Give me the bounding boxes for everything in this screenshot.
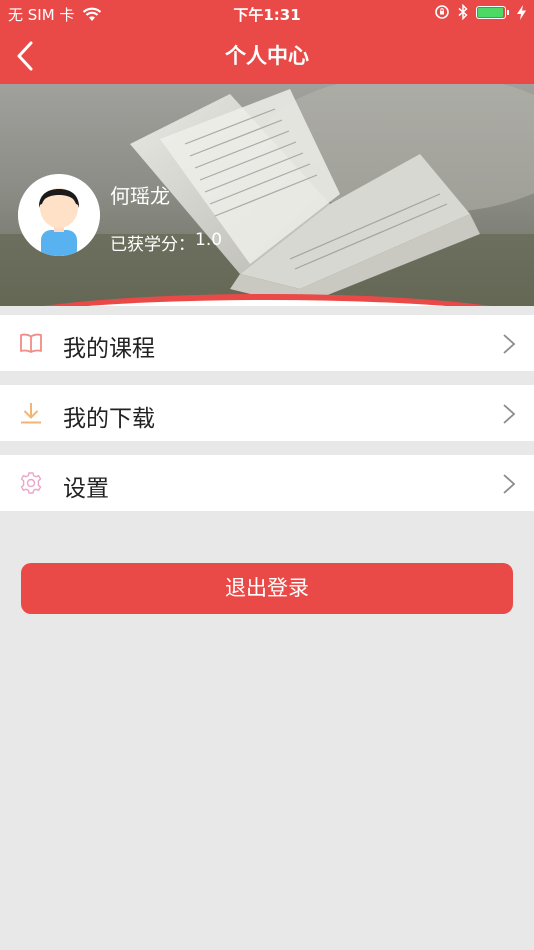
chevron-right-icon bbox=[503, 474, 516, 494]
battery-icon bbox=[476, 5, 506, 19]
page-title: 个人中心 bbox=[225, 44, 309, 68]
credit-value: 1.0 bbox=[195, 230, 223, 250]
battery-nub bbox=[507, 9, 509, 15]
status-bar: 无 SIM 卡 下午1:31 bbox=[0, 0, 534, 28]
gear-icon bbox=[20, 472, 42, 494]
user-name: 何瑶龙 bbox=[110, 184, 170, 208]
credit-info: 已获学分： 1.0 bbox=[110, 230, 222, 255]
chevron-right-icon bbox=[503, 334, 516, 354]
avatar[interactable] bbox=[18, 174, 100, 256]
menu-item-settings[interactable]: 设置 bbox=[0, 455, 534, 511]
menu-item-my-downloads[interactable]: 我的下载 bbox=[0, 385, 534, 441]
profile-header: 何瑶龙 已获学分： 1.0 bbox=[0, 84, 534, 306]
charging-icon bbox=[517, 4, 526, 20]
credit-label: 已获学分： bbox=[110, 235, 195, 255]
menu-label: 我的课程 bbox=[63, 336, 155, 362]
logout-button[interactable]: 退出登录 bbox=[21, 563, 513, 614]
menu-item-my-courses[interactable]: 我的课程 bbox=[0, 315, 534, 371]
battery-level bbox=[478, 7, 503, 17]
download-icon bbox=[21, 403, 41, 424]
nav-bar: 个人中心 bbox=[0, 28, 534, 84]
status-right bbox=[426, 4, 526, 20]
book-icon bbox=[20, 333, 42, 353]
bluetooth-icon bbox=[458, 4, 468, 20]
chevron-right-icon bbox=[503, 404, 516, 424]
rotation-lock-icon bbox=[435, 5, 449, 19]
menu-label: 设置 bbox=[63, 476, 109, 502]
menu-label: 我的下载 bbox=[63, 406, 155, 432]
avatar-image bbox=[18, 174, 100, 256]
